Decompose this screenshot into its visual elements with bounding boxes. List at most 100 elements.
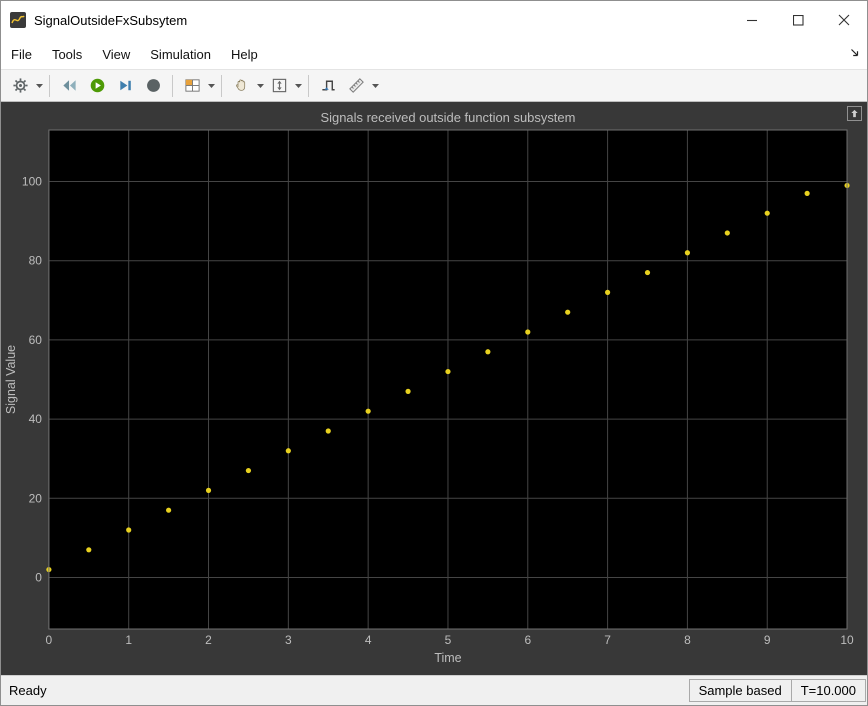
window-controls [729,1,867,39]
data-point [485,349,491,355]
data-point [804,190,810,196]
window-title: SignalOutsideFxSubsytem [34,12,188,28]
fit-to-view-icon [272,78,286,93]
y-tick-label: 40 [29,412,43,426]
fit-to-view-dropdown-button[interactable] [293,73,303,99]
y-tick-label: 0 [35,571,42,585]
layout-dropdown-button[interactable] [206,73,216,99]
toolbar-separator [221,74,222,97]
statusbar: Ready Sample based T=10.000 [1,675,867,705]
measurements-dropdown-button[interactable] [370,73,380,99]
maximize-button[interactable] [775,1,821,39]
x-tick-label: 8 [684,633,691,647]
step-forward-button[interactable] [111,73,139,99]
y-tick-label: 100 [22,174,42,188]
stop-icon [146,79,160,92]
chart-title: Signals received outside function subsys… [321,110,576,125]
menu-tools[interactable]: Tools [42,39,92,69]
data-point [405,388,411,394]
data-point [724,230,730,236]
trigger-button[interactable] [314,73,342,99]
chevron-down-icon [371,83,379,88]
x-tick-label: 2 [205,633,212,647]
titlebar: SignalOutsideFxSubsytem [1,1,867,39]
close-icon [838,14,850,26]
statusbar-right: Sample based T=10.000 [688,676,867,705]
scope-app-icon [10,12,26,28]
data-point [445,368,451,375]
data-point [285,448,291,454]
layout-button[interactable] [178,73,206,99]
settings-dropdown-button[interactable] [34,73,44,99]
y-tick-label: 20 [29,491,43,505]
pan-dropdown-button[interactable] [255,73,265,99]
x-tick-label: 7 [604,633,611,647]
minimize-icon [746,19,757,21]
close-button[interactable] [821,1,867,39]
chevron-down-icon [207,83,215,88]
data-point [684,250,691,256]
minimize-button[interactable] [729,1,775,39]
data-point [325,428,331,434]
step-forward-icon [119,80,131,91]
scope-area: Signals received outside function subsys… [1,102,867,675]
menubar: File Tools View Simulation Help [1,39,867,69]
data-point [86,547,92,553]
menu-view[interactable]: View [92,39,140,69]
data-point [245,467,252,474]
measurements-icon [348,78,364,93]
toolbar [1,69,867,102]
scope-window: SignalOutsideFxSubsytem File Tools View … [0,0,868,706]
data-point [565,309,571,315]
fit-to-view-button[interactable] [265,73,293,99]
trigger-icon [321,80,335,91]
step-back-button[interactable] [55,73,83,99]
run-button[interactable] [83,73,111,99]
scope-plot[interactable]: Signals received outside function subsys… [1,102,867,675]
y-axis-label: Signal Value [4,345,18,414]
x-tick-label: 5 [445,633,452,647]
data-point [205,487,212,493]
y-tick-label: 60 [29,333,43,347]
x-tick-label: 10 [840,633,854,647]
x-tick-label: 4 [365,633,372,647]
dock-button[interactable] [847,106,862,121]
x-axis-label: Time [434,651,461,665]
corner-arrow-icon[interactable] [850,48,860,58]
data-point [525,329,531,335]
x-tick-label: 0 [46,633,53,647]
menu-simulation[interactable]: Simulation [140,39,221,69]
menu-help[interactable]: Help [221,39,268,69]
measurements-button[interactable] [342,73,370,99]
step-back-icon [62,80,76,91]
dock-arrow-icon [851,109,858,118]
x-tick-label: 3 [285,633,292,647]
data-point [644,269,651,276]
data-point [605,289,611,295]
chevron-down-icon [35,83,43,88]
settings-button[interactable] [6,73,34,99]
maximize-icon [792,14,804,26]
x-tick-label: 9 [764,633,771,647]
data-point [365,408,371,414]
toolbar-separator [308,74,309,97]
y-tick-label: 80 [29,254,43,268]
run-icon [90,78,104,93]
chevron-down-icon [256,83,264,88]
layout-icon [184,79,200,92]
pan-icon [235,79,245,91]
gear-icon [12,78,28,93]
stop-button[interactable] [139,73,167,99]
x-tick-label: 6 [524,633,531,647]
menu-file[interactable]: File [1,39,42,69]
toolbar-separator [172,74,173,97]
status-text: Ready [9,683,47,698]
x-tick-label: 1 [125,633,132,647]
pan-button[interactable] [227,73,255,99]
chevron-down-icon [294,83,302,88]
sim-time-cell: T=10.000 [790,679,866,702]
data-point [166,507,172,513]
toolbar-separator [49,74,50,97]
sample-mode-cell: Sample based [688,679,792,702]
data-point [764,210,770,216]
